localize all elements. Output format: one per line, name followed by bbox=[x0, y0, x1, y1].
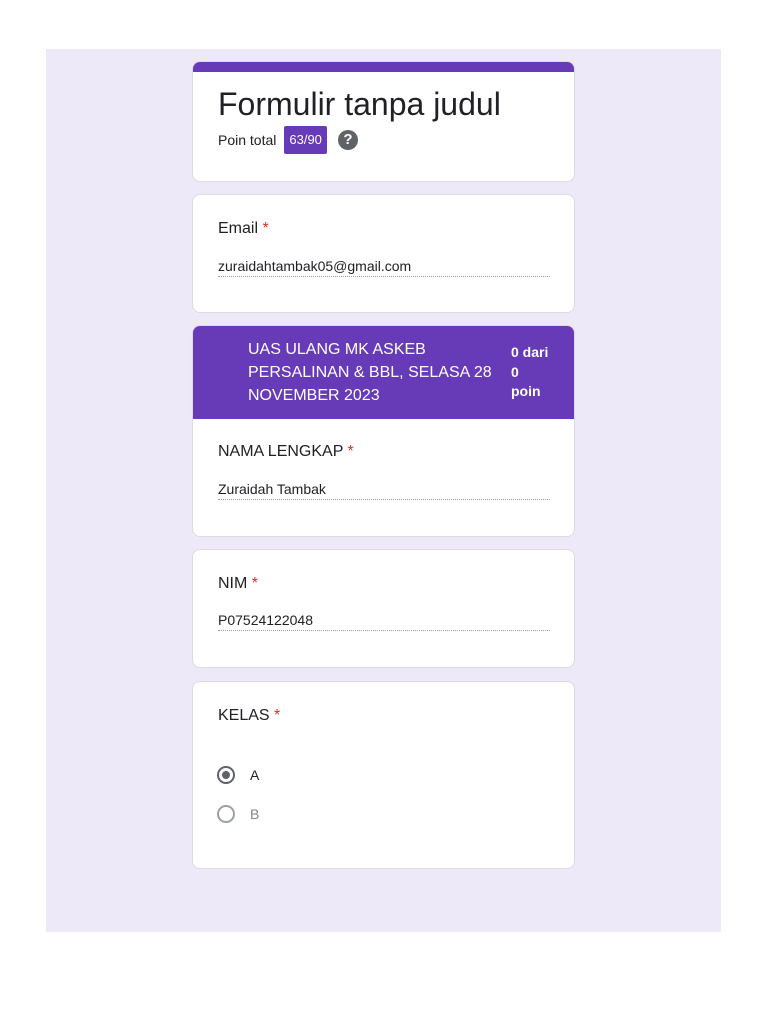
required-mark: * bbox=[347, 443, 354, 460]
section-score-line-2: 0 bbox=[511, 363, 519, 380]
nim-answer: P07524122048 bbox=[218, 612, 550, 631]
required-mark: * bbox=[262, 220, 269, 237]
nim-question-label: NIM * bbox=[218, 575, 258, 593]
total-points-label: Poin total bbox=[218, 132, 277, 148]
email-answer: zuraidahtambak05@gmail.com bbox=[218, 258, 550, 277]
nama-label-text: NAMA LENGKAP bbox=[218, 443, 344, 460]
nim-question-card: NIM * P07524122048 bbox=[192, 549, 575, 668]
email-label-text: Email bbox=[218, 220, 259, 237]
accent-bar bbox=[193, 62, 574, 72]
email-question-card: Email * zuraidahtambak05@gmail.com bbox=[192, 194, 575, 313]
required-mark: * bbox=[251, 575, 259, 592]
section-title: UAS ULANG MK ASKEB PERSALINAN & BBL, SEL… bbox=[248, 341, 492, 404]
nama-answer: Zuraidah Tambak bbox=[218, 481, 550, 500]
nim-label-text: NIM bbox=[218, 575, 248, 592]
kelas-question-label: KELAS * bbox=[218, 707, 280, 725]
form-title-card: Formulir tanpa judul Poin total 63/90 ? bbox=[192, 61, 575, 182]
required-mark: * bbox=[274, 707, 281, 724]
nama-question-label: NAMA LENGKAP * bbox=[218, 443, 354, 461]
radio-unchecked-icon[interactable] bbox=[217, 805, 235, 823]
section-score-line-1: 0 dari bbox=[511, 344, 549, 360]
kelas-question-card: KELAS * A B bbox=[192, 681, 575, 869]
kelas-option-a-label: A bbox=[250, 767, 260, 783]
kelas-option-b-label: B bbox=[250, 806, 260, 822]
section-card: UAS ULANG MK ASKEB PERSALINAN & BBL, SEL… bbox=[192, 325, 575, 537]
kelas-option-a[interactable]: A bbox=[217, 766, 259, 784]
kelas-option-b[interactable]: B bbox=[217, 805, 259, 823]
radio-checked-icon[interactable] bbox=[217, 766, 235, 784]
section-score: 0 dari 0 poin bbox=[511, 343, 571, 402]
email-question-label: Email * bbox=[218, 220, 269, 238]
section-score-line-3: poin bbox=[511, 383, 541, 399]
help-circle-icon[interactable]: ? bbox=[337, 130, 358, 150]
kelas-label-text: KELAS bbox=[218, 707, 270, 724]
form-title: Formulir tanpa judul bbox=[218, 86, 501, 122]
total-points-badge: 63/90 bbox=[284, 126, 327, 154]
section-header: UAS ULANG MK ASKEB PERSALINAN & BBL, SEL… bbox=[193, 326, 574, 419]
total-points-row: Poin total 63/90 ? bbox=[218, 126, 358, 154]
